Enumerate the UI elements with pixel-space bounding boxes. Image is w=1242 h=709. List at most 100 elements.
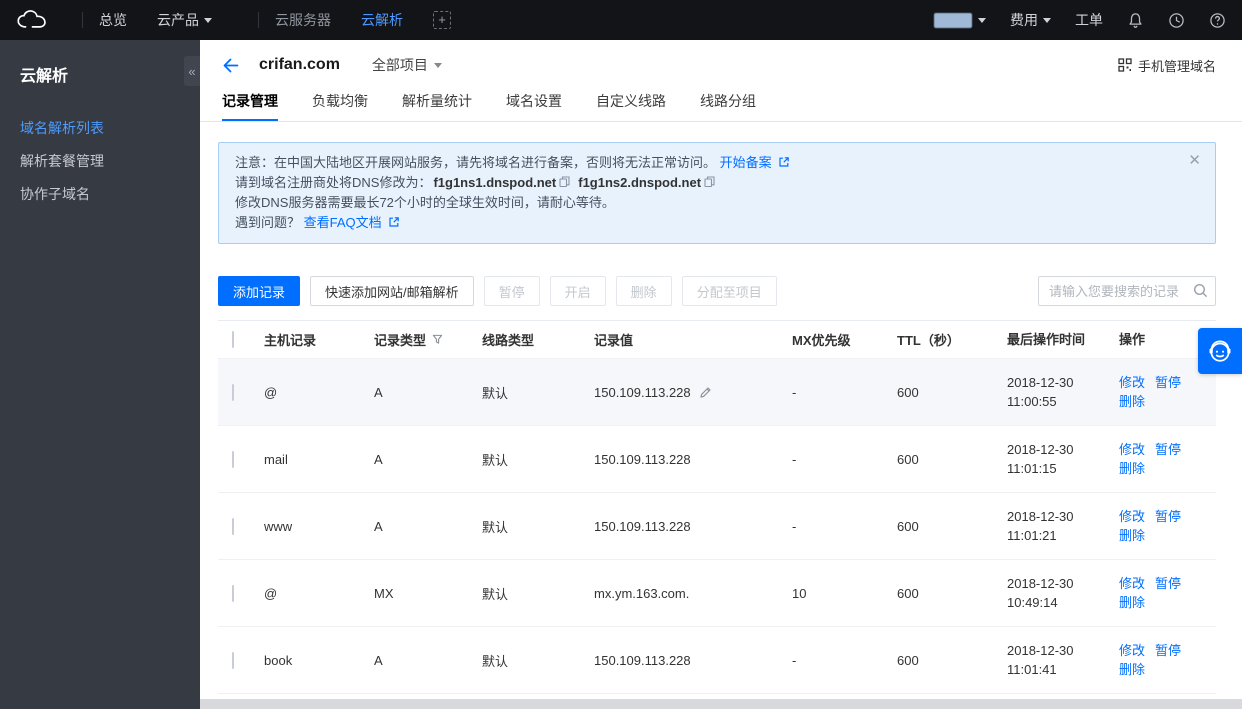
help-icon[interactable] — [1209, 12, 1226, 29]
sidebar-collapse-button[interactable]: « — [184, 56, 200, 86]
tab-load-balance[interactable]: 负载均衡 — [312, 90, 368, 121]
add-record-button[interactable]: 添加记录 — [218, 276, 301, 306]
record-value: 150.109.113.228 — [594, 451, 691, 467]
pause-record-link[interactable]: 暂停 — [1155, 442, 1181, 457]
assign-project-button[interactable]: 分配至项目 — [681, 276, 777, 306]
notice-close-icon[interactable]: ✕ — [1188, 153, 1201, 168]
delete-record-link[interactable]: 删除 — [1119, 394, 1145, 409]
search-icon[interactable] — [1193, 283, 1208, 303]
pause-record-link[interactable]: 暂停 — [1155, 643, 1181, 658]
search-input[interactable] — [1038, 276, 1216, 306]
pause-button[interactable]: 暂停 — [483, 276, 540, 306]
row-checkbox[interactable] — [232, 584, 234, 602]
chevron-down-icon — [978, 18, 986, 23]
edit-record-link[interactable]: 修改 — [1119, 643, 1145, 658]
delete-record-link[interactable]: 删除 — [1119, 528, 1145, 543]
enable-button[interactable]: 开启 — [549, 276, 606, 306]
sidebar-item-package-manage[interactable]: 解析套餐管理 — [0, 145, 200, 178]
action-line-1: 修改 暂停 — [1119, 373, 1208, 392]
sidebar-item-sub-domain[interactable]: 协作子域名 — [0, 178, 200, 211]
time-cell: 2018-12-30 11:00:55 — [1007, 373, 1119, 411]
filter-funnel-icon[interactable] — [432, 334, 443, 345]
delete-record-link[interactable]: 删除 — [1119, 595, 1145, 610]
value-cell: 150.109.113.228 — [594, 653, 792, 668]
sidebar-title: 云解析 — [20, 68, 69, 85]
sidebar-item-label: 协作子域名 — [20, 186, 90, 202]
edit-record-link[interactable]: 修改 — [1119, 509, 1145, 524]
feedback-widget-button[interactable] — [1198, 328, 1242, 374]
start-icp-link[interactable]: 开始备案 — [720, 155, 772, 170]
row-checkbox[interactable] — [232, 383, 234, 401]
copy-icon[interactable] — [559, 176, 570, 188]
account-menu[interactable] — [934, 12, 986, 28]
sidebar-item-domain-list[interactable]: 域名解析列表 — [0, 112, 200, 145]
tencent-cloud-logo-icon[interactable] — [16, 9, 48, 31]
action-line-1: 修改 暂停 — [1119, 440, 1208, 459]
pinned-tab-dns[interactable]: 云解析 — [361, 10, 403, 30]
edit-record-link[interactable]: 修改 — [1119, 442, 1145, 457]
value-cell: mx.ym.163.com. — [594, 586, 792, 601]
delete-record-link[interactable]: 删除 — [1119, 662, 1145, 677]
type-cell: A — [374, 652, 383, 668]
mobile-manage-label: 手机管理域名 — [1137, 58, 1216, 74]
back-arrow-icon[interactable] — [222, 58, 239, 73]
type-cell: A — [374, 518, 383, 534]
project-filter-dropdown[interactable]: 全部项目 — [372, 55, 442, 75]
tab-line-groups[interactable]: 线路分组 — [700, 90, 756, 121]
mx-cell: - — [792, 384, 797, 400]
topbar-right: 费用 工单 — [934, 10, 1226, 30]
host-cell: @ — [264, 585, 278, 601]
pause-record-link[interactable]: 暂停 — [1155, 509, 1181, 524]
last-op-time: 11:01:15 — [1007, 461, 1057, 476]
pause-record-link[interactable]: 暂停 — [1155, 375, 1181, 390]
notice-text: 遇到问题？ — [235, 215, 301, 230]
clock-icon[interactable] — [1168, 12, 1185, 29]
pause-record-link[interactable]: 暂停 — [1155, 576, 1181, 591]
copy-icon[interactable] — [704, 176, 715, 188]
row-checkbox[interactable] — [232, 517, 234, 535]
external-link-icon[interactable] — [388, 216, 400, 228]
pinned-tab-cvm[interactable]: 云服务器 — [275, 10, 331, 30]
action-line-1: 修改 暂停 — [1119, 641, 1208, 660]
tab-record-manage[interactable]: 记录管理 — [222, 90, 278, 121]
nav-overview[interactable]: 总览 — [99, 10, 127, 30]
bell-icon[interactable] — [1127, 12, 1144, 29]
ttl-cell: 600 — [897, 652, 919, 668]
mx-cell: 10 — [792, 585, 807, 601]
action-line-1: 修改 暂停 — [1119, 507, 1208, 526]
tab-resolve-stats[interactable]: 解析量统计 — [402, 90, 472, 121]
edit-value-icon[interactable] — [699, 386, 712, 399]
value-cell: 150.109.113.228 — [594, 385, 792, 400]
project-filter-label: 全部项目 — [371, 57, 428, 73]
row-checkbox[interactable] — [232, 450, 234, 468]
header-line: 线路类型 — [482, 333, 535, 348]
row-checkbox[interactable] — [232, 651, 234, 669]
row-checkbox-cell — [218, 651, 264, 669]
faq-doc-link[interactable]: 查看FAQ文档 — [304, 215, 382, 230]
tab-domain-settings[interactable]: 域名设置 — [506, 90, 562, 121]
chevron-down-icon — [1043, 18, 1051, 23]
action-line-2: 删除 — [1119, 593, 1208, 612]
quick-add-button[interactable]: 快速添加网站/邮箱解析 — [310, 276, 474, 306]
row-checkbox-cell — [218, 517, 264, 535]
row-checkbox-cell — [218, 383, 264, 401]
edit-record-link[interactable]: 修改 — [1119, 375, 1145, 390]
line-cell: 默认 — [482, 519, 509, 535]
header-type-label: 记录类型 — [374, 333, 427, 348]
add-tab-button[interactable]: + — [433, 11, 451, 29]
nav-tickets[interactable]: 工单 — [1075, 10, 1103, 30]
table-row: book A 默认 150.109.113.228 - 600 2018-12-… — [218, 627, 1216, 694]
table-row: @ A 默认 150.109.113.228 - 600 2018-12-30 … — [218, 359, 1216, 426]
dns-server-1: f1g1ns1.dnspod.net — [433, 175, 557, 190]
action-line-1: 修改 暂停 — [1119, 574, 1208, 593]
external-link-icon[interactable] — [778, 156, 790, 168]
mobile-manage-domain-button[interactable]: 手机管理域名 — [1118, 56, 1216, 75]
tab-custom-lines[interactable]: 自定义线路 — [596, 90, 666, 121]
dns-server-2: f1g1ns2.dnspod.net — [578, 175, 702, 190]
select-all-checkbox[interactable] — [232, 331, 234, 348]
delete-record-link[interactable]: 删除 — [1119, 461, 1145, 476]
nav-billing[interactable]: 费用 — [1010, 10, 1051, 30]
nav-cloud-products[interactable]: 云产品 — [157, 10, 212, 30]
edit-record-link[interactable]: 修改 — [1119, 576, 1145, 591]
delete-button[interactable]: 删除 — [615, 276, 672, 306]
